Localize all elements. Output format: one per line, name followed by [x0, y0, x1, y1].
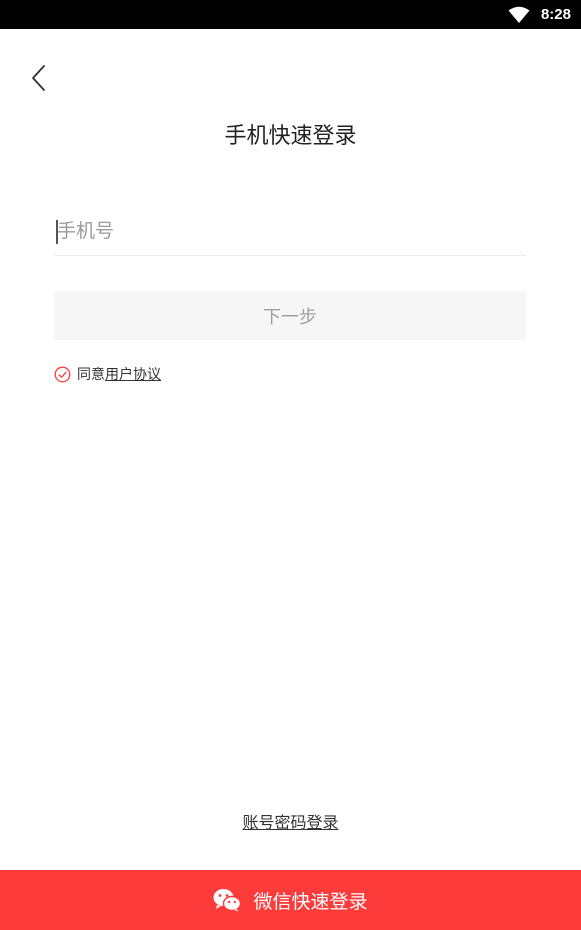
phone-field[interactable]: [54, 208, 526, 256]
status-bar: 8:28: [0, 0, 581, 29]
wechat-login-button[interactable]: 微信快速登录: [0, 870, 581, 930]
next-button[interactable]: 下一步: [54, 291, 526, 340]
chevron-left-icon: [32, 65, 45, 91]
user-agreement-link[interactable]: 用户协议: [105, 364, 161, 384]
wechat-icon: [213, 889, 242, 912]
agreement-prefix: 同意: [77, 367, 105, 383]
check-circle-icon[interactable]: [54, 366, 71, 383]
wifi-icon: [508, 6, 530, 23]
wechat-login-label: 微信快速登录: [253, 890, 368, 913]
account-password-login-link[interactable]: 账号密码登录: [0, 812, 581, 834]
agreement-row: 同意 用户协议: [54, 364, 161, 384]
page-title: 手机快速登录: [224, 124, 357, 149]
phone-input[interactable]: [54, 208, 526, 254]
account-password-login-label[interactable]: 账号密码登录: [242, 813, 338, 832]
status-time: 8:28: [540, 6, 571, 23]
back-button[interactable]: [22, 60, 54, 96]
